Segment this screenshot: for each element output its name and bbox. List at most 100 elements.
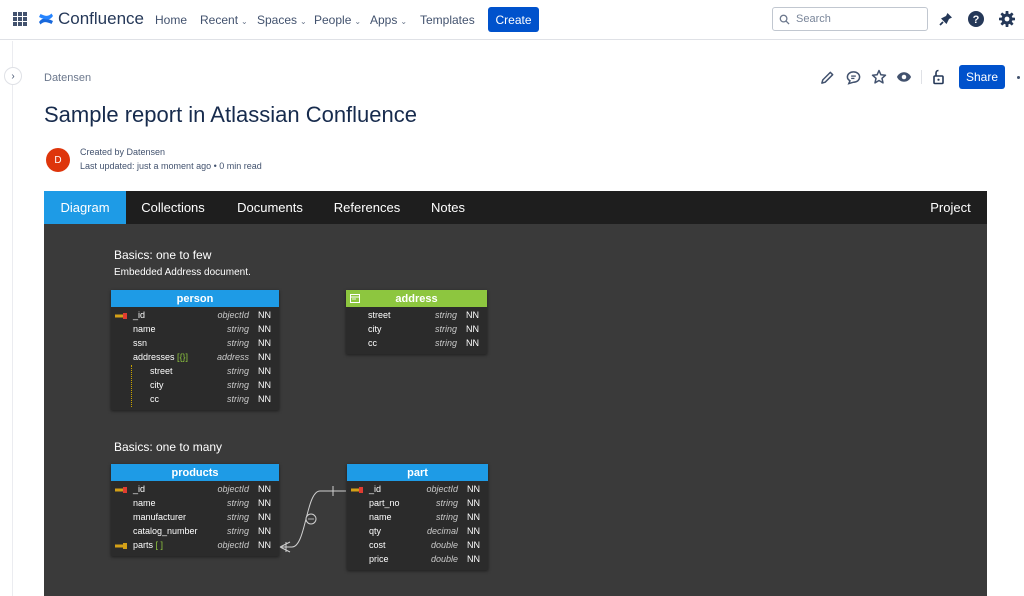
breadcrumb[interactable]: Datensen xyxy=(44,72,91,84)
nav-recent[interactable]: Recent ⌄ xyxy=(200,13,248,27)
field-type: string xyxy=(226,394,249,404)
field-name: manufacturer xyxy=(133,512,187,522)
field-name: qty xyxy=(369,526,382,536)
field-type: double xyxy=(430,540,458,550)
embedded-diagram-panel: Diagram Collections Documents References… xyxy=(44,191,987,596)
settings-gear-icon[interactable] xyxy=(998,10,1016,28)
field-row[interactable]: name string NN xyxy=(111,497,279,511)
nav-templates[interactable]: Templates xyxy=(420,13,475,27)
confluence-logo-icon xyxy=(39,13,53,25)
search-input[interactable] xyxy=(796,13,916,25)
field-not-null: NN xyxy=(258,310,271,320)
nav-home[interactable]: Home xyxy=(155,13,187,27)
field-name: catalog_number xyxy=(133,526,198,536)
entity-header: products xyxy=(111,464,279,481)
field-name: cc xyxy=(368,338,377,348)
field-row[interactable]: name string NN xyxy=(347,511,488,525)
field-row[interactable]: _id objectId NN xyxy=(111,309,279,323)
svg-text:?: ? xyxy=(973,14,980,26)
field-type: string xyxy=(226,380,249,390)
field-row[interactable]: city string NN xyxy=(346,323,487,337)
primary-key-icon xyxy=(351,487,363,493)
field-row-nested[interactable]: cc string NN xyxy=(111,393,279,407)
field-not-null: NN xyxy=(258,352,271,362)
unlocked-icon[interactable] xyxy=(931,69,947,85)
field-type: string xyxy=(435,512,458,522)
field-not-null: NN xyxy=(258,366,271,376)
search-box[interactable] xyxy=(772,7,928,31)
field-row[interactable]: addresses [{}] address NN xyxy=(111,351,279,365)
entity-header: part xyxy=(347,464,488,481)
field-row[interactable]: cc string NN xyxy=(346,337,487,351)
field-type: objectId xyxy=(217,484,249,494)
field-not-null: NN xyxy=(258,512,271,522)
field-type: address xyxy=(216,352,249,362)
field-row[interactable]: _id objectId NN xyxy=(111,483,279,497)
array-of-objects-marker: [{}] xyxy=(177,352,189,362)
logo-text: Confluence xyxy=(58,9,145,28)
primary-key-icon xyxy=(115,313,127,319)
chevron-down-icon: ⌄ xyxy=(241,17,248,26)
entity-fields: _id objectId NN part_no string NN name s… xyxy=(347,481,488,570)
help-icon[interactable]: ? xyxy=(967,10,985,28)
field-row-nested[interactable]: street string NN xyxy=(111,365,279,379)
field-name: price xyxy=(369,554,389,564)
foreign-key-icon xyxy=(115,543,127,549)
expand-sidebar-button[interactable]: › xyxy=(4,67,22,85)
field-name: _id xyxy=(133,484,146,494)
watch-eye-icon[interactable] xyxy=(896,69,912,85)
nav-apps[interactable]: Apps ⌄ xyxy=(370,13,407,27)
entity-products[interactable]: products _id objectId NN name string NN … xyxy=(111,464,279,556)
nav-apps-label: Apps xyxy=(370,13,398,27)
entity-person[interactable]: person _id objectId NN name string NN ss… xyxy=(111,290,279,410)
field-row[interactable]: street string NN xyxy=(346,309,487,323)
avatar[interactable]: D xyxy=(46,148,70,172)
field-row-nested[interactable]: city string NN xyxy=(111,379,279,393)
field-row[interactable]: parts [ ] objectId NN xyxy=(111,539,279,553)
field-row[interactable]: qty decimal NN xyxy=(347,525,488,539)
field-row[interactable]: catalog_number string NN xyxy=(111,525,279,539)
field-name: street xyxy=(150,366,173,376)
entity-address[interactable]: address street string NN city string NN … xyxy=(346,290,487,354)
field-type: double xyxy=(430,554,458,564)
nav-spaces[interactable]: Spaces ⌄ xyxy=(257,13,307,27)
read-time: 0 min read xyxy=(219,161,262,171)
entity-header: address xyxy=(346,290,487,307)
field-name: _id xyxy=(369,484,382,494)
field-name: city xyxy=(368,324,382,334)
field-type: string xyxy=(226,526,249,536)
comment-icon[interactable] xyxy=(845,69,861,85)
app-switcher-icon[interactable] xyxy=(13,12,27,26)
field-row[interactable]: part_no string NN xyxy=(347,497,488,511)
entity-part[interactable]: part _id objectId NN part_no string NN n… xyxy=(347,464,488,570)
chevron-right-icon: › xyxy=(11,70,15,82)
entity-fields: _id objectId NN name string NN ssn strin… xyxy=(111,307,279,410)
field-row[interactable]: name string NN xyxy=(111,323,279,337)
confluence-logo[interactable]: Confluence xyxy=(38,9,144,29)
entity-header: person xyxy=(111,290,279,307)
more-actions-icon[interactable] xyxy=(1017,76,1020,79)
field-row[interactable]: _id objectId NN xyxy=(347,483,488,497)
notifications-icon[interactable] xyxy=(937,10,955,28)
field-name: name xyxy=(133,498,156,508)
star-icon[interactable] xyxy=(871,69,887,85)
field-not-null: NN xyxy=(467,540,480,550)
create-button[interactable]: Create xyxy=(488,7,539,32)
field-row[interactable]: ssn string NN xyxy=(111,337,279,351)
share-button[interactable]: Share xyxy=(959,65,1005,89)
field-type: string xyxy=(434,338,457,348)
entity-fields: _id objectId NN name string NN manufactu… xyxy=(111,481,279,556)
sidebar-divider xyxy=(12,41,13,596)
chevron-down-icon: ⌄ xyxy=(354,17,362,26)
field-name: cost xyxy=(369,540,386,550)
field-name: part_no xyxy=(369,498,400,508)
field-row[interactable]: price double NN xyxy=(347,553,488,567)
nav-people[interactable]: People ⌄ xyxy=(314,13,361,27)
search-icon xyxy=(779,14,790,25)
edit-pencil-icon[interactable] xyxy=(819,69,835,85)
field-not-null: NN xyxy=(467,484,480,494)
field-type: string xyxy=(434,324,457,334)
field-row[interactable]: cost double NN xyxy=(347,539,488,553)
field-type: string xyxy=(226,338,249,348)
field-row[interactable]: manufacturer string NN xyxy=(111,511,279,525)
